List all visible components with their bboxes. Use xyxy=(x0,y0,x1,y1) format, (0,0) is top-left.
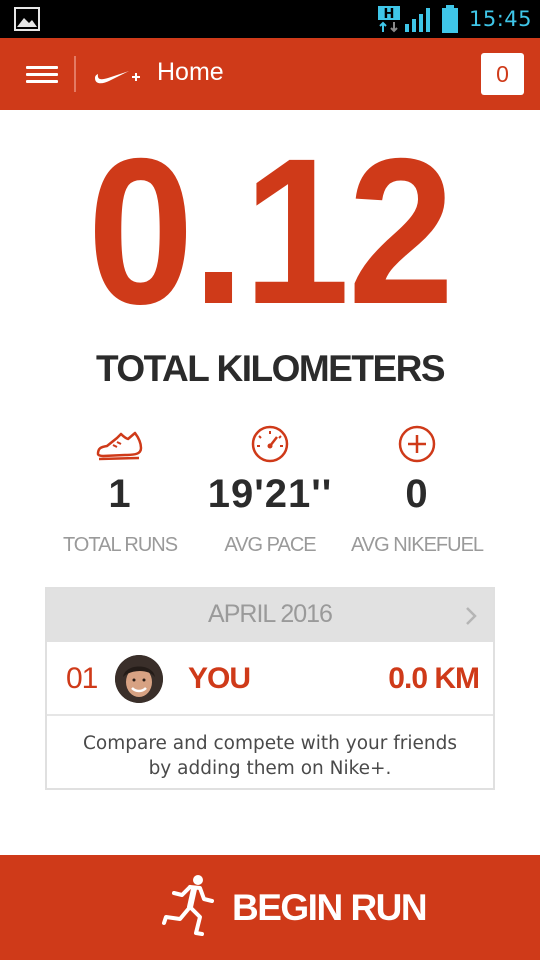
avg-pace-value: 19'21'' xyxy=(207,472,333,516)
total-runs-label: TOTAL RUNS xyxy=(62,534,178,556)
begin-run-label: BEGIN RUN xyxy=(232,887,428,928)
battery-icon xyxy=(442,5,458,33)
divider xyxy=(74,56,76,92)
avg-pace-label: AVG PACE xyxy=(224,534,316,556)
app-bar: Home 0 xyxy=(0,38,540,110)
stat-avg-pace: 19'21'' AVG PACE xyxy=(195,424,345,557)
speedometer-icon xyxy=(251,425,289,463)
leaderboard-month: APRIL 2016 xyxy=(208,600,333,628)
runner-distance: 0.0 KM xyxy=(388,662,480,695)
begin-run-button[interactable]: BEGIN RUN xyxy=(0,855,540,960)
compare-prompt[interactable]: Compare and compete with your friends by… xyxy=(47,731,493,781)
leaderboard-month-header[interactable]: APRIL 2016 xyxy=(47,589,493,642)
avg-nikefuel-label: AVG NIKEFUEL xyxy=(350,534,484,556)
total-distance-value: 0.12 xyxy=(87,116,454,348)
clock: 15:45 xyxy=(469,7,533,31)
total-runs-value: 1 xyxy=(108,472,132,516)
stat-avg-nikefuel: 0 AVG NIKEFUEL xyxy=(342,424,492,557)
page-title: Home xyxy=(157,58,224,86)
avg-nikefuel-value: 0 xyxy=(405,472,429,516)
avatar xyxy=(115,655,163,703)
runner-name: YOU xyxy=(188,662,251,695)
status-bar: H 15:45 xyxy=(0,0,540,38)
rank: 01 xyxy=(66,662,98,695)
shoe-icon xyxy=(96,431,143,461)
network-label: H xyxy=(384,7,395,22)
notification-count-button[interactable]: 0 xyxy=(481,53,524,95)
menu-icon xyxy=(26,66,58,69)
compare-prompt-line1: Compare and compete with your friends xyxy=(83,733,457,754)
chevron-right-icon[interactable] xyxy=(464,605,478,627)
signal-icon xyxy=(405,8,430,32)
leaderboard-row[interactable]: 01 YOU 0.0 KM xyxy=(47,642,493,716)
avatar-photo xyxy=(115,655,163,703)
nike-plus-logo xyxy=(95,71,140,84)
gallery-icon xyxy=(14,7,40,31)
menu-button[interactable] xyxy=(26,63,60,87)
network-h-icon: H xyxy=(378,6,400,33)
total-distance-label: TOTAL KILOMETERS xyxy=(95,348,446,389)
stat-total-runs: 1 TOTAL RUNS xyxy=(45,424,195,557)
compare-prompt-line2: by adding them on Nike+. xyxy=(148,758,392,779)
runner-icon xyxy=(162,875,214,936)
nikefuel-plus-icon xyxy=(398,425,436,463)
leaderboard-card: APRIL 2016 01 YOU 0.0 KM Compare and com… xyxy=(45,587,495,790)
